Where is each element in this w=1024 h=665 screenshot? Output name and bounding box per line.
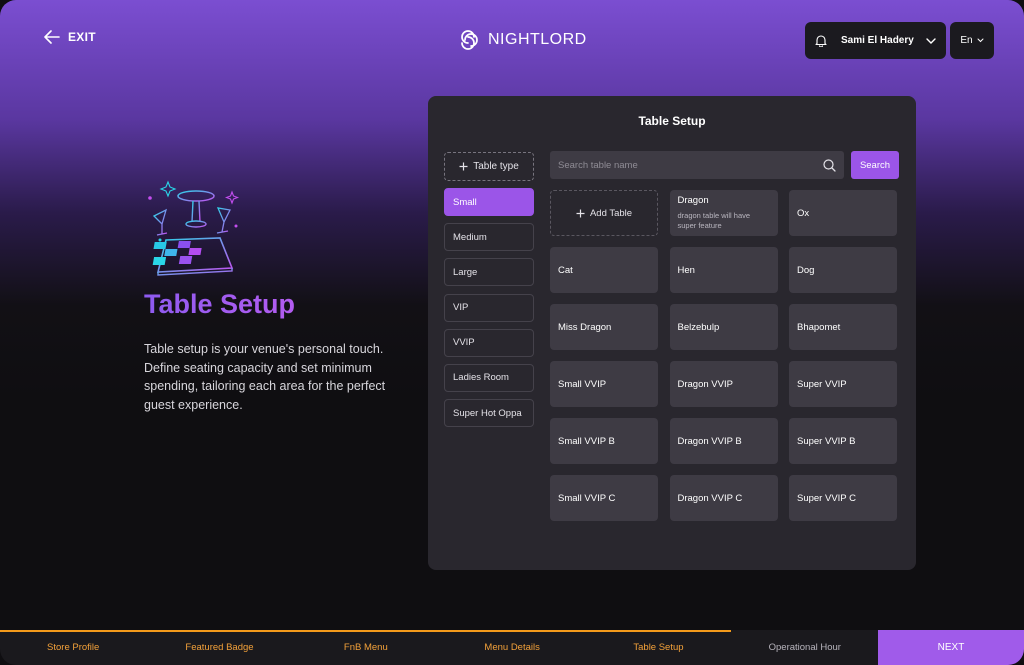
table-type-item[interactable]: Small <box>444 188 534 216</box>
table-card[interactable]: Small VVIP C <box>550 475 658 521</box>
bell-icon[interactable] <box>815 34 827 47</box>
table-name: Dog <box>797 264 815 276</box>
table-card[interactable]: Cat <box>550 247 658 293</box>
table-type-list: Small Medium Large VIP VVIP Ladies Room Super … <box>444 188 534 434</box>
add-table-type-label: Table type <box>473 161 519 172</box>
table-card[interactable]: Super VVIP <box>789 361 897 407</box>
table-card[interactable]: Belzebulp <box>669 304 778 350</box>
table-name: Bhapomet <box>797 321 841 333</box>
table-name: Super VVIP C <box>797 492 856 504</box>
nightlord-logo-icon <box>461 30 478 50</box>
app-frame: EXIT NIGHTLORD Sami El Hadery En Table S… <box>0 0 1024 665</box>
next-button[interactable]: NEXT <box>878 630 1024 665</box>
table-type-item[interactable]: Medium <box>444 223 534 252</box>
table-type-item[interactable]: VVIP <box>444 328 534 357</box>
table-setup-panel: Table Setup Table type Small Medium Large V… <box>428 96 916 570</box>
logo-text: NIGHTLORD <box>488 31 587 48</box>
table-card[interactable]: Small VVIP B <box>550 418 658 464</box>
table-type-item[interactable]: VIP <box>444 293 534 322</box>
table-card[interactable]: Miss Dragon <box>550 304 658 350</box>
add-table-label: Add Table <box>589 207 633 219</box>
table-name: Dragon VVIP C <box>677 492 743 504</box>
table-card[interactable]: Bhapomet <box>789 304 897 350</box>
step-item[interactable]: Menu Details <box>439 630 585 665</box>
language-selector[interactable]: En <box>950 22 994 59</box>
chevron-down-icon <box>926 37 936 44</box>
logo: NIGHTLORD <box>456 28 587 52</box>
table-card[interactable]: Super VVIP B <box>789 418 897 464</box>
table-name: Cat <box>558 264 573 276</box>
panel-title: Table Setup <box>638 114 706 128</box>
table-setup-illustration-icon <box>148 180 240 276</box>
search-button[interactable]: Search <box>851 151 899 179</box>
exit-button[interactable]: EXIT <box>44 30 96 44</box>
user-name: Sami El Hadery <box>841 35 914 46</box>
table-card[interactable]: Ox <box>789 190 897 236</box>
plus-icon <box>459 162 468 171</box>
hero-description: Table setup is your venue's personal tou… <box>144 342 386 412</box>
step-list: Store Profile Featured Badge FnB Menu Menu … <box>0 630 878 665</box>
table-name: Belzebulp <box>677 321 720 333</box>
progress-track <box>0 630 1024 632</box>
table-name: Small VVIP C <box>558 492 616 504</box>
table-card[interactable]: Dragon VVIP <box>669 361 778 407</box>
step-item[interactable]: Store Profile <box>0 630 146 665</box>
table-name: Dragon VVIP <box>677 378 733 390</box>
add-table-type-button[interactable]: Table type <box>444 152 534 181</box>
table-name: Small VVIP B <box>558 435 615 447</box>
user-menu[interactable]: Sami El Hadery <box>805 22 946 59</box>
plus-icon <box>576 209 585 217</box>
exit-label: EXIT <box>68 30 96 44</box>
search-bar <box>550 151 844 179</box>
add-table-button[interactable]: Add Table <box>550 190 658 236</box>
table-card[interactable]: Dragon dragon table will have super featu… <box>669 190 778 236</box>
table-type-item[interactable]: Ladies Room <box>444 363 534 392</box>
table-name: Hen <box>677 264 695 276</box>
arrow-left-icon <box>44 30 60 44</box>
search-input[interactable] <box>558 159 823 171</box>
table-name: Super VVIP <box>797 378 847 390</box>
table-name: Ox <box>797 207 810 219</box>
table-card[interactable]: Dragon VVIP B <box>669 418 778 464</box>
step-item[interactable]: Operational Hour <box>732 630 878 665</box>
table-card[interactable]: Small VVIP <box>550 361 658 407</box>
table-type-item[interactable]: Super Hot Oppa <box>444 399 534 428</box>
table-name: Miss Dragon <box>558 321 612 333</box>
table-name: Super VVIP B <box>797 435 856 447</box>
table-name: Small VVIP <box>558 378 607 390</box>
table-name: Dragon VVIP B <box>677 435 742 447</box>
step-item[interactable]: Table Setup <box>585 630 731 665</box>
step-item[interactable]: FnB Menu <box>293 630 439 665</box>
table-description: dragon table will have super feature <box>677 211 751 230</box>
table-grid: Add Table Dragon dragon table will have s… <box>550 190 897 521</box>
progress-fill <box>0 630 732 632</box>
language-value: En <box>960 35 973 46</box>
step-navigation: Store Profile Featured Badge FnB Menu Menu … <box>0 630 1024 665</box>
table-name: Dragon <box>677 195 709 206</box>
table-card[interactable]: Dragon VVIP C <box>669 475 778 521</box>
step-item[interactable]: Featured Badge <box>146 630 292 665</box>
search-icon[interactable] <box>823 158 836 172</box>
table-card[interactable]: Dog <box>789 247 897 293</box>
table-card[interactable]: Hen <box>669 247 778 293</box>
chevron-down-icon <box>977 38 984 43</box>
table-type-item[interactable]: Large <box>444 258 534 287</box>
table-card[interactable]: Super VVIP C <box>789 475 897 521</box>
hero-title: Table Setup <box>144 289 296 319</box>
